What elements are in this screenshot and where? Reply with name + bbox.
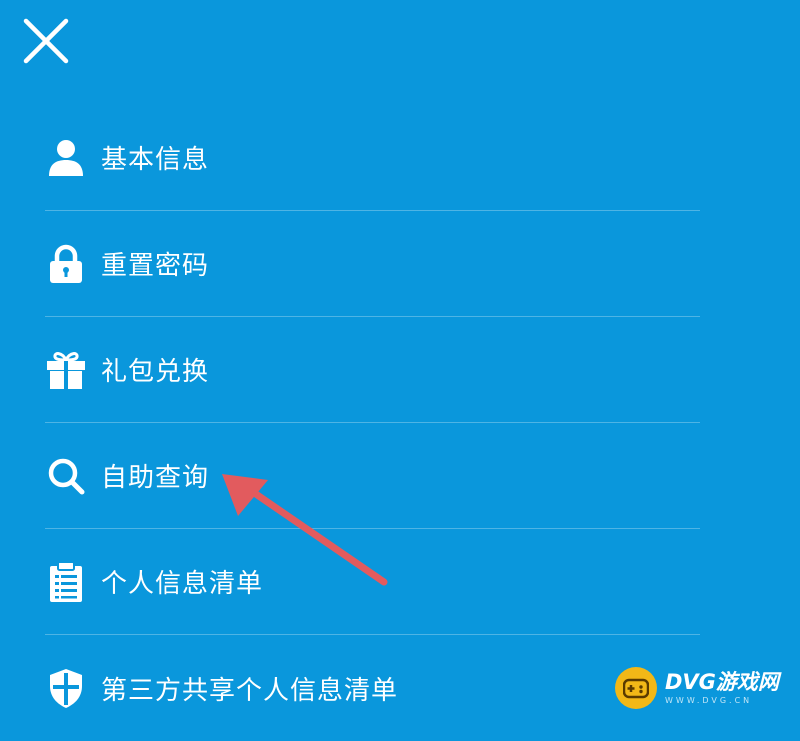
watermark-subtitle: WWW.DVG.CN (665, 695, 753, 705)
close-button[interactable] (20, 18, 72, 66)
menu-item-personal-info-list[interactable]: 个人信息清单 (45, 529, 700, 635)
menu-item-gift-redeem[interactable]: 礼包兑换 (45, 317, 700, 423)
lock-icon (45, 243, 87, 285)
menu-item-basic-info[interactable]: 基本信息 (45, 105, 700, 211)
gamepad-icon (615, 667, 657, 709)
menu-item-reset-password[interactable]: 重置密码 (45, 211, 700, 317)
menu-item-label: 第三方共享个人信息清单 (101, 675, 399, 706)
gift-icon (45, 349, 87, 391)
watermark-title: DVG游戏网 (665, 669, 779, 694)
search-icon (45, 455, 87, 497)
menu-item-label: 基本信息 (101, 145, 210, 175)
close-icon (23, 18, 69, 64)
clipboard-icon (45, 560, 87, 603)
menu-item-label: 个人信息清单 (101, 569, 264, 599)
menu-item-self-query[interactable]: 自助查询 (45, 423, 700, 529)
account-menu: 基本信息 重置密码 礼包兑换 自助查询 个人信息清单 第三方共享个人信息清单 (45, 105, 700, 741)
user-icon (45, 137, 87, 179)
menu-item-label: 礼包兑换 (101, 357, 210, 387)
menu-item-label: 自助查询 (101, 463, 210, 493)
shield-icon (45, 667, 87, 709)
menu-item-label: 重置密码 (101, 251, 210, 281)
watermark-logo: DVG游戏网 WWW.DVG.CN (615, 658, 790, 718)
account-menu-screen: 基本信息 重置密码 礼包兑换 自助查询 个人信息清单 第三方共享个人信息清单 D… (0, 0, 800, 726)
menu-item-third-party-sharing-list[interactable]: 第三方共享个人信息清单 (45, 635, 700, 741)
